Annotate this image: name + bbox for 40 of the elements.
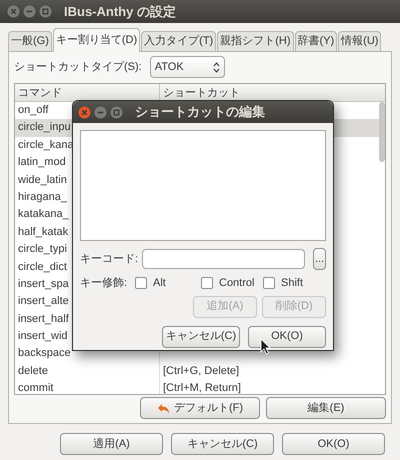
shortcut-list[interactable] <box>80 130 326 241</box>
browse-button[interactable]: ... <box>313 248 326 270</box>
default-button[interactable]: デフォルト(F) <box>140 397 260 419</box>
table-cell: delete <box>15 362 160 380</box>
tab[interactable]: 入力タイプ(T) <box>141 31 216 52</box>
close-icon[interactable] <box>7 5 20 18</box>
checkbox[interactable] <box>201 277 213 290</box>
maximize-icon[interactable] <box>110 106 123 118</box>
modifier-label: キー修飾: <box>80 276 128 291</box>
column-header[interactable]: ショートカット <box>160 84 385 101</box>
dialog-button[interactable]: OK(O) <box>282 433 385 455</box>
scrollbar[interactable] <box>379 102 385 162</box>
ok-button[interactable]: OK(O) <box>248 326 326 348</box>
spinner-icon <box>212 62 220 72</box>
shortcut-type-label: ショートカットタイプ(S): <box>14 60 142 75</box>
window-title: IBus-Anthy の設定 <box>64 2 176 21</box>
mouse-pointer-icon <box>260 338 271 355</box>
tab[interactable]: 辞書(Y) <box>294 31 338 52</box>
dialog-button[interactable]: 適用(A) <box>60 433 163 455</box>
tab[interactable]: 一般(G) <box>8 31 52 52</box>
shortcut-type-dropdown[interactable]: ATOK <box>150 56 225 78</box>
edit-button[interactable]: 編集(E) <box>266 397 386 419</box>
minimize-icon[interactable] <box>94 106 107 118</box>
table-cell-text: [Ctrl+G, Delete] <box>162 364 240 379</box>
dialog-button[interactable]: キャンセル(C) <box>171 433 274 455</box>
tab[interactable]: 情報(U) <box>338 31 382 52</box>
table-cell-text: [Ctrl+M, Return] <box>162 381 242 394</box>
close-icon[interactable] <box>78 106 91 118</box>
table-row[interactable]: delete [Ctrl+G, Delete] <box>15 362 385 380</box>
tab[interactable]: 親指シフト(H) <box>217 31 294 52</box>
checkbox[interactable] <box>135 277 147 290</box>
checkbox[interactable] <box>263 277 275 290</box>
maximize-icon[interactable] <box>39 5 52 18</box>
minimize-icon[interactable] <box>23 5 36 18</box>
undo-arrow-icon <box>156 402 170 414</box>
cancel-button[interactable]: キャンセル(C) <box>162 326 240 348</box>
keycode-field[interactable] <box>142 249 306 269</box>
tab[interactable]: キー割り当て(D) <box>52 28 140 52</box>
checkbox-label: Shift <box>281 276 304 291</box>
checkbox-label: Control <box>219 276 254 291</box>
